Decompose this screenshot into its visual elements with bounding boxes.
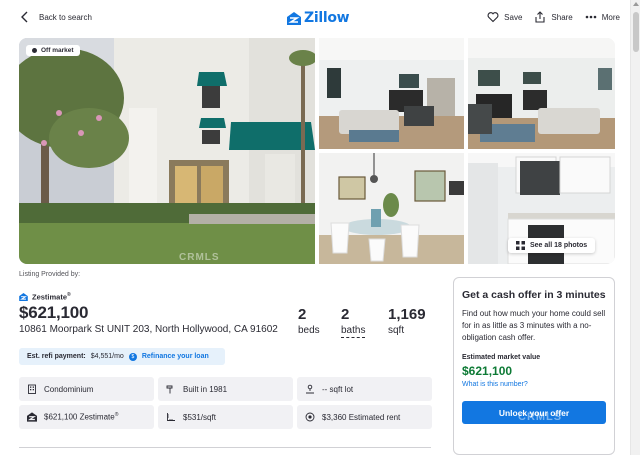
listing-address: 10861 Moorpark St UNIT 203, North Hollyw… [19,324,278,335]
fact-year-built: Built in 1981 [158,377,293,401]
status-dot-icon [32,48,37,53]
ruler-icon [167,413,175,421]
more-label: More [601,12,620,22]
baths-stat[interactable]: 2 baths [341,306,366,338]
fact-lot-size: -- sqft lot [297,377,432,401]
see-all-label: See all 18 photos [530,242,588,249]
beds-label: beds [298,325,320,336]
scroll-thumb[interactable] [633,12,639,52]
page-scrollbar[interactable] [630,0,640,455]
photo-watermark: CRMLS [179,252,220,263]
cash-offer-description: Find out how much your home could sell f… [462,309,606,342]
cash-offer-card: Get a cash offer in 3 minutes Find out h… [453,277,615,455]
photo-living-room-1[interactable] [319,38,464,149]
scroll-up-arrow-icon[interactable] [633,2,639,6]
zestimate-heading: Zestimate® [19,292,71,302]
sqft-stat: 1,169 sqft [388,306,426,336]
back-label: Back to search [39,12,92,22]
fact-estimated-rent: $3,360 Estimated rent [297,405,432,429]
top-bar: Back to search Zillow Save Share More [0,0,630,36]
button-watermark: CRMLS [518,411,563,423]
rent-icon [305,412,315,422]
market-value: $621,100 [462,364,513,378]
cash-offer-title: Get a cash offer in 3 minutes [462,289,606,301]
chevron-left-icon [21,11,28,23]
share-button[interactable]: Share [534,11,573,23]
what-is-this-link[interactable]: What is this number? [462,381,606,388]
save-label: Save [504,12,523,22]
section-divider [19,447,431,448]
zestimate-house-icon [27,412,37,422]
zillow-logo[interactable]: Zillow [287,10,350,26]
building-icon [28,384,36,394]
grid-icon [516,241,525,250]
heart-icon [487,12,499,23]
off-market-label: Off market [41,47,74,54]
fact-text: $531/sqft [183,412,216,422]
refinance-link[interactable]: Refinance your loan [142,353,209,360]
main-photo-exterior[interactable]: CRMLS [19,38,315,264]
registered-mark: ® [67,292,71,298]
back-to-search-link[interactable]: Back to search [20,11,92,23]
see-all-photos-button[interactable]: See all 18 photos [508,238,596,253]
fact-text: Condominium [44,384,94,394]
fact-text: -- sqft lot [322,384,354,394]
beds-stat: 2 beds [298,306,320,336]
more-dots-icon [585,15,597,19]
share-icon [535,11,545,23]
logo-text: Zillow [304,10,350,26]
refi-banner: Est. refi payment: $4,551/mo $ Refinance… [19,348,225,365]
market-value-label: Estimated market value [462,354,541,361]
save-button[interactable]: Save [487,11,522,23]
dollar-info-icon: $ [128,352,137,361]
lot-icon [306,384,314,394]
off-market-badge: Off market [26,45,80,56]
baths-label[interactable]: baths [341,325,366,338]
sqft-value: 1,169 [388,306,426,323]
baths-value: 2 [341,306,350,323]
listing-price: $621,100 [19,303,89,322]
facts-grid: Condominium Built in 1981 -- sqft lot $6… [19,377,432,429]
fact-text: Built in 1981 [183,384,228,394]
header-actions: Save Share More [487,11,620,23]
unlock-offer-button[interactable]: Unlock your offer CRMLS [462,401,606,424]
photo-living-room-2[interactable] [468,38,615,149]
fact-price-per-sqft: $531/sqft [158,405,293,429]
fact-text: $621,100 Zestimate [44,412,115,422]
refi-amount: $4,551/mo [90,353,124,360]
listing-provided-by: Listing Provided by: [19,271,81,278]
sqft-label: sqft [388,325,405,336]
refi-label: Est. refi payment: [27,353,86,360]
fact-home-type: Condominium [19,377,154,401]
fact-zestimate: $621,100 Zestimate® [19,405,154,429]
fact-text: $3,360 Estimated rent [322,412,401,422]
more-button[interactable]: More [585,11,620,23]
zestimate-label: Zestimate [32,292,68,302]
photo-dining-room[interactable] [319,153,464,264]
zestimate-house-icon [19,292,28,301]
beds-value: 2 [298,306,307,323]
share-label: Share [551,12,573,22]
zillow-house-icon [287,11,301,25]
hammer-icon [166,385,173,394]
registered-mark: ® [114,412,119,419]
